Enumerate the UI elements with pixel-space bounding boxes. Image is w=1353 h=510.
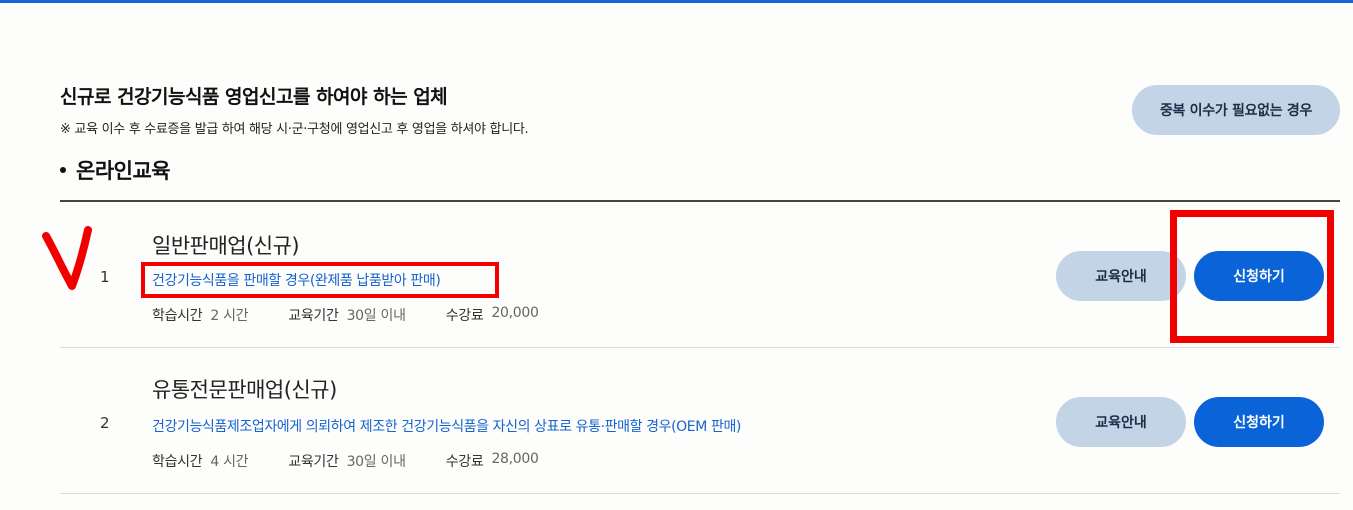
course-number: 2 xyxy=(100,414,110,432)
study-time-label: 학습시간 xyxy=(152,454,203,470)
section-title: 온라인교육 xyxy=(60,155,171,185)
course-title: 일반판매업(신규) xyxy=(152,234,300,258)
handwritten-check-icon xyxy=(42,226,92,290)
course-description-link[interactable]: 건강기능식품제조업자에게 의뢰하여 제조한 건강기능식품을 자신의 상표로 유통… xyxy=(152,416,741,436)
course-meta: 학습시간 2 시간 교육기간 30일 이내 수강료 20,000 xyxy=(152,305,579,325)
period-value: 30일 이내 xyxy=(346,454,406,470)
course-row: 2 유통전문판매업(신규) 건강기능식품제조업자에게 의뢰하여 제조한 건강기능… xyxy=(60,348,1340,494)
notice-text: ※ 교육 이수 후 수료증을 발급 하여 해당 시·군·구청에 영업신고 후 영… xyxy=(60,122,529,137)
study-time-label: 학습시간 xyxy=(152,308,203,324)
section-title-label: 온라인교육 xyxy=(76,159,171,183)
course-info-button[interactable]: 교육안내 xyxy=(1056,397,1186,447)
study-time-value: 4 시간 xyxy=(210,454,249,470)
no-duplicate-completion-button[interactable]: 중복 이수가 필요없는 경우 xyxy=(1132,85,1340,135)
annotation-highlight-box xyxy=(1170,210,1334,343)
course-meta: 학습시간 4 시간 교육기간 30일 이내 수강료 28,000 xyxy=(152,451,579,471)
period-label: 교육기간 xyxy=(288,308,339,324)
fee-value: 20,000 xyxy=(491,305,539,321)
period-value: 30일 이내 xyxy=(346,308,406,324)
course-number: 1 xyxy=(100,268,110,286)
fee-label: 수강료 xyxy=(445,308,484,324)
period-label: 교육기간 xyxy=(288,454,339,470)
course-info-button[interactable]: 교육안내 xyxy=(1056,251,1186,301)
bullet-icon xyxy=(60,167,66,173)
course-title: 유통전문판매업(신규) xyxy=(152,378,337,402)
fee-label: 수강료 xyxy=(445,454,484,470)
page-heading: 신규로 건강기능식품 영업신고를 하여야 하는 업체 xyxy=(60,86,448,108)
fee-value: 28,000 xyxy=(491,451,539,467)
study-time-value: 2 시간 xyxy=(210,308,249,324)
top-accent-line xyxy=(0,0,1353,3)
annotation-highlight-box xyxy=(141,262,499,298)
apply-button[interactable]: 신청하기 xyxy=(1194,397,1324,447)
